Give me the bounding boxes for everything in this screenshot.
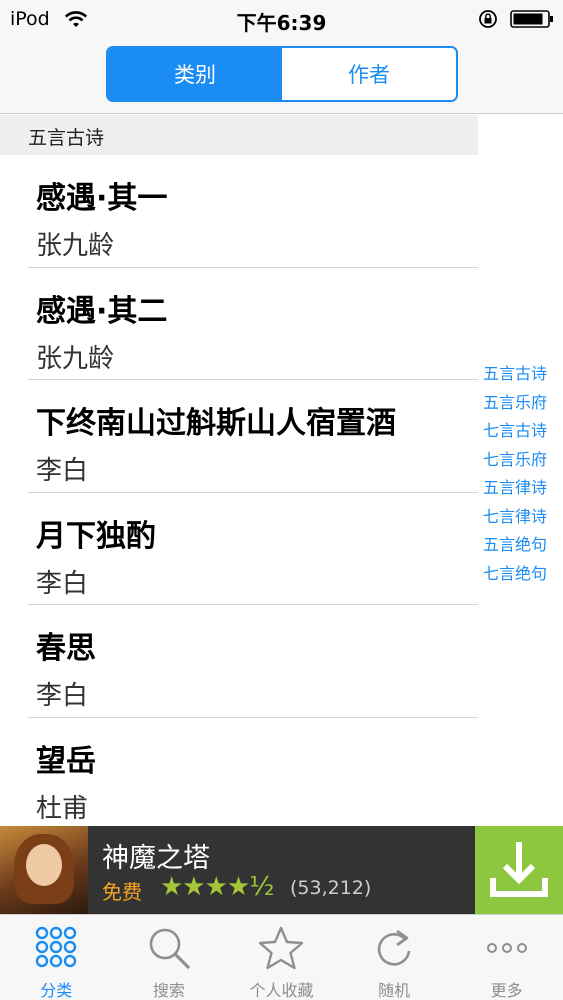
segment-category[interactable]: 类别 <box>108 48 282 100</box>
ad-rating-stars: ★★★★½ <box>160 872 274 902</box>
more-dots-icon <box>486 943 527 953</box>
poem-author: 李白 <box>36 681 89 711</box>
refresh-icon <box>377 929 411 966</box>
thumbnail-face <box>26 844 62 886</box>
section-header: 五言古诗 <box>0 115 478 155</box>
poem-title: 月下独酌 <box>36 518 156 554</box>
index-item[interactable]: 七言乐府 <box>480 446 563 475</box>
list-item[interactable]: 感遇·其二 张九龄 <box>0 268 478 381</box>
index-item[interactable]: 五言古诗 <box>480 360 563 389</box>
index-item[interactable]: 七言绝句 <box>480 560 563 589</box>
tab-search[interactable]: 搜索 <box>113 915 226 1000</box>
list-item[interactable]: 望岳 杜甫 <box>0 718 478 831</box>
ad-app-title: 神魔之塔 <box>102 843 210 874</box>
segment-author[interactable]: 作者 <box>282 48 456 100</box>
battery-icon <box>510 10 553 28</box>
tab-label: 随机 <box>378 981 411 1000</box>
poem-author: 李白 <box>36 456 89 486</box>
tab-categories[interactable]: 分类 <box>0 915 113 1000</box>
section-index: 五言古诗 五言乐府 七言古诗 七言乐府 五言律诗 七言律诗 五言绝句 七言绝句 <box>480 360 563 588</box>
poem-author: 杜甫 <box>36 793 89 824</box>
tab-bar: 分类 搜索 个人收藏 随机 更多 <box>0 914 563 1000</box>
ad-rating-count: (53,212) <box>290 877 372 899</box>
poem-title: 感遇·其一 <box>36 181 168 216</box>
tab-favorites[interactable]: 个人收藏 <box>225 915 338 1000</box>
poem-author: 李白 <box>36 568 89 599</box>
index-item[interactable]: 五言乐府 <box>480 389 563 418</box>
star-icon <box>259 926 304 970</box>
list-item[interactable]: 月下独酌 李白 <box>0 493 478 606</box>
tab-label: 个人收藏 <box>249 981 314 1000</box>
list-item[interactable]: 感遇·其一 张九龄 <box>0 155 478 268</box>
tab-more[interactable]: 更多 <box>450 915 563 1000</box>
poem-title: 感遇·其二 <box>36 293 168 329</box>
list-item[interactable]: 下终南山过斛斯山人宿置酒 李白 <box>0 380 478 493</box>
tab-random[interactable]: 随机 <box>338 915 451 1000</box>
status-bar: iPod 下午6:39 <box>0 0 563 38</box>
poem-title: 春思 <box>36 631 96 666</box>
list-item[interactable]: 春思 李白 <box>0 605 478 718</box>
ad-price: 免费 <box>102 880 142 904</box>
ad-banner[interactable]: 神魔之塔 免费 ★★★★½ (53,212) <box>0 826 563 914</box>
download-icon <box>490 842 548 897</box>
index-item[interactable]: 五言律诗 <box>480 474 563 503</box>
poem-list: 感遇·其一 张九龄 感遇·其二 张九龄 下终南山过斛斯山人宿置酒 李白 月下独酌… <box>0 155 478 830</box>
search-icon <box>149 928 191 970</box>
index-item[interactable]: 七言古诗 <box>480 417 563 446</box>
grid-dots-icon <box>36 926 77 968</box>
segmented-control: 类别 作者 <box>106 46 458 102</box>
poem-title: 下终南山过斛斯山人宿置酒 <box>36 406 396 441</box>
index-item[interactable]: 五言绝句 <box>480 531 563 560</box>
poem-author: 张九龄 <box>36 231 115 261</box>
index-item[interactable]: 七言律诗 <box>480 503 563 532</box>
header: 类别 作者 <box>0 38 563 114</box>
poem-author: 张九龄 <box>36 343 115 374</box>
rotation-lock-icon <box>479 10 497 28</box>
poem-title: 望岳 <box>36 743 96 779</box>
app-thumbnail <box>0 826 88 914</box>
download-button[interactable] <box>475 826 563 914</box>
tab-label: 搜索 <box>152 981 185 1000</box>
tab-label: 分类 <box>40 981 73 1000</box>
tab-label: 更多 <box>490 981 523 1000</box>
